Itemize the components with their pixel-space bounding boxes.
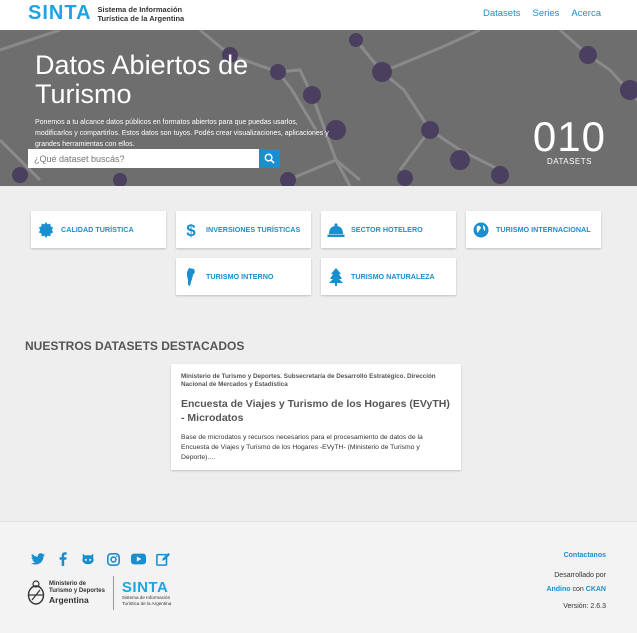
search-button[interactable] [259,149,280,168]
credits-connector: con [572,586,584,593]
contact-link[interactable]: Contactanos [564,552,606,559]
ministry-country: Argentina [49,595,89,605]
footer: Ministerio de Turismo y Deportes Argenti… [0,521,637,633]
category-label: TURISMO INTERNO [206,272,274,281]
top-bar: SINTA Sistema de Información Turística d… [0,0,637,30]
footer-sinta-sub2: Turística de la Argentina [121,600,172,606]
category-label: TURISMO INTERNACIONAL [496,225,591,234]
badge-icon [37,221,55,239]
footer-sinta-sub1: Sistema de Información [121,595,171,600]
logo-subtitle-line2: Turística de la Argentina [97,13,185,23]
logo-subtitle: Sistema de Información Turística de la A… [98,5,185,23]
ministry-text: Ministerio de Turismo y Deportes Argenti… [49,581,105,605]
main-nav: Datasets Series Acerca [483,8,601,19]
social-links [30,551,171,567]
github-icon[interactable] [80,551,96,567]
category-turismo-internacional[interactable]: TURISMO INTERNACIONAL [466,211,601,248]
youtube-icon[interactable] [130,551,146,567]
footer-logos: Ministerio de Turismo y Deportes Argenti… [27,576,171,610]
nav-datasets[interactable]: Datasets [483,8,521,19]
footer-sinta-word: SINTA [121,579,169,596]
nav-acerca[interactable]: Acerca [571,8,601,19]
category-inversiones-turisticas[interactable]: $ INVERSIONES TURÍSTICAS [176,211,311,248]
hero-banner: Datos Abiertos de Turismo Ponemos a tu a… [0,30,637,186]
dataset-card[interactable]: Ministerio de Turismo y Deportes. Subsec… [171,364,461,470]
search-icon [264,153,275,164]
ministry-line1: Ministerio de [49,581,87,587]
globe-icon [472,221,490,239]
version-text: Versión: 2.6.3 [563,603,606,610]
tree-icon [327,267,345,286]
dataset-count: 010 [532,113,606,160]
dataset-counter: 010 DATASETS [532,113,606,167]
category-turismo-naturaleza[interactable]: TURISMO NATURALEZA [321,258,456,295]
sinta-logo[interactable]: SINTA Sistema de Información Turística d… [28,2,184,25]
footer-sinta-logo[interactable]: SINTA Sistema de Información Turística d… [122,580,171,606]
ministry-line2: Turismo y Deportes [49,588,105,594]
category-turismo-interno[interactable]: TURISMO INTERNO [176,258,311,295]
edit-icon[interactable] [155,551,171,567]
category-label: SECTOR HOTELERO [351,225,423,234]
credits-line: Andino con CKAN [546,583,606,597]
dataset-search [28,149,280,168]
footer-info: Contactanos Desarrollado por Andino con … [546,549,606,614]
category-label: INVERSIONES TURÍSTICAS [206,225,301,234]
ministry-logo[interactable]: Ministerio de Turismo y Deportes Argenti… [27,576,114,610]
twitter-icon[interactable] [30,551,46,567]
category-calidad-turistica[interactable]: CALIDAD TURÍSTICA [31,211,166,248]
dataset-title[interactable]: Encuesta de Viajes y Turismo de los Hoga… [181,397,451,425]
hero-description: Ponemos a tu alcance datos públicos en f… [35,119,329,148]
ckan-link[interactable]: CKAN [586,586,606,593]
hero-title: Datos Abiertos de Turismo [35,50,249,109]
instagram-icon[interactable] [105,551,121,567]
argentina-map-icon [182,267,200,286]
logo-word: SINTA [28,2,92,24]
developed-by-label: Desarrollado por [554,572,606,579]
category-label: CALIDAD TURÍSTICA [61,225,134,234]
argentina-coat-of-arms-icon [27,580,45,605]
facebook-icon[interactable] [55,551,71,567]
nav-series[interactable]: Series [532,8,559,19]
bell-icon [327,221,345,239]
category-sector-hotelero[interactable]: SECTOR HOTELERO [321,211,456,248]
developed-by-text: Desarrollado por [546,569,606,583]
featured-section-title: NUESTROS DATASETS DESTACADOS [25,339,245,353]
svg-text:$: $ [186,221,196,239]
dataset-organization: Ministerio de Turismo y Deportes. Subsec… [181,373,436,388]
category-label: TURISMO NATURALEZA [351,272,435,281]
search-input[interactable] [28,149,259,168]
andino-link[interactable]: Andino [546,586,570,593]
logo-subtitle-line1: Sistema de Información [97,4,183,14]
dataset-description: Base de microdatos y recursos necesarios… [181,434,423,461]
dollar-icon: $ [182,221,200,239]
